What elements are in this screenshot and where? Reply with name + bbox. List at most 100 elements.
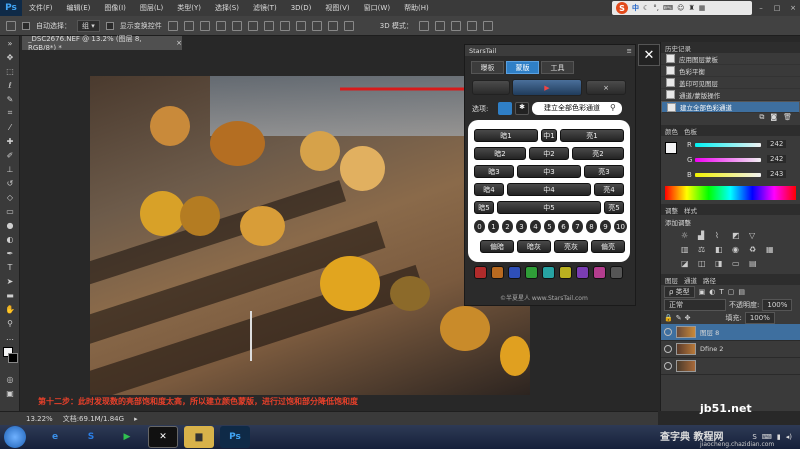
light-gray-button[interactable]: 亮灰 xyxy=(554,240,588,253)
layer-kind-filter[interactable]: ρ 类型 xyxy=(664,285,695,298)
history-brush-tool-icon[interactable]: ↺ xyxy=(0,176,20,190)
r-value[interactable]: 242 xyxy=(767,140,787,148)
number-1[interactable]: 1 xyxy=(488,220,499,233)
light2-button[interactable]: 亮2 xyxy=(572,147,624,160)
tab-color[interactable]: 颜色 xyxy=(665,126,678,136)
number-5[interactable]: 5 xyxy=(544,220,555,233)
marquee-tool-icon[interactable]: ⬚ xyxy=(0,64,20,78)
align-right-icon[interactable] xyxy=(247,20,258,31)
auto-select-dropdown[interactable]: 组 ▾ xyxy=(77,19,100,32)
punct-icon[interactable]: °, xyxy=(653,4,659,12)
ie-icon[interactable]: e xyxy=(40,426,70,448)
menu-file[interactable]: 文件(F) xyxy=(22,3,60,13)
ime-toolbar[interactable]: S 中 ☾ °, ⌨ ☺ ♜ ▦ xyxy=(612,1,752,15)
orange-color-button[interactable] xyxy=(491,266,504,279)
history-panel-header[interactable]: 历史记录 xyxy=(661,42,800,53)
spectrum-bar[interactable] xyxy=(665,186,796,200)
snapshot-icon[interactable]: ⧉ xyxy=(759,113,764,123)
number-3[interactable]: 3 xyxy=(516,220,527,233)
grid-icon[interactable]: ▦ xyxy=(699,4,706,12)
move-tool-icon[interactable] xyxy=(6,20,16,31)
screen-mode-icon[interactable]: ▣ xyxy=(0,386,20,400)
mid5-button[interactable]: 中5 xyxy=(497,201,601,214)
path-select-tool-icon[interactable]: ➤ xyxy=(0,274,20,288)
user-icon[interactable]: ☺ xyxy=(677,4,684,12)
menu-image[interactable]: 图像(I) xyxy=(97,3,133,13)
tab-layers[interactable]: 图层 xyxy=(665,275,678,285)
slightly-dark-button[interactable]: 偏暗 xyxy=(480,240,514,253)
vibrance-icon[interactable]: ▽ xyxy=(749,231,761,240)
zoom-tool-icon[interactable]: ⚲ xyxy=(0,316,20,330)
3d-pan-icon[interactable] xyxy=(450,20,461,31)
distribute-center-icon[interactable] xyxy=(327,20,338,31)
crop-tool-icon[interactable]: ⌗ xyxy=(0,106,20,120)
moon-icon[interactable]: ☾ xyxy=(643,4,649,12)
eye-icon[interactable] xyxy=(664,362,672,370)
eye-icon[interactable] xyxy=(664,345,672,353)
tab-swatches[interactable]: 色板 xyxy=(684,126,697,136)
menu-help[interactable]: 帮助(H) xyxy=(397,3,436,13)
tab-mask[interactable]: 蒙版 xyxy=(506,61,539,74)
menu-view[interactable]: 视图(V) xyxy=(318,3,356,13)
menu-select[interactable]: 选择(S) xyxy=(208,3,246,13)
channel-mixer-icon[interactable]: ♻ xyxy=(749,245,761,254)
distribute-top-icon[interactable] xyxy=(263,20,274,31)
history-item-selected[interactable]: 建立全部色彩通道 xyxy=(661,101,800,113)
3d-scale-icon[interactable] xyxy=(482,20,493,31)
eyedropper-tool-icon[interactable]: ⁄ xyxy=(0,120,20,134)
menu-filter[interactable]: 滤镜(T) xyxy=(246,3,284,13)
number-0[interactable]: 0 xyxy=(474,220,485,233)
align-bottom-icon[interactable] xyxy=(199,20,210,31)
mid2-button[interactable]: 中2 xyxy=(529,147,569,160)
number-10[interactable]: 10 xyxy=(614,220,627,233)
number-2[interactable]: 2 xyxy=(502,220,513,233)
number-8[interactable]: 8 xyxy=(586,220,597,233)
history-item[interactable]: 通道/蒙版操作 xyxy=(661,89,800,101)
fg-swatch[interactable] xyxy=(665,142,677,154)
align-left-icon[interactable] xyxy=(215,20,226,31)
tray-sogou-icon[interactable]: S xyxy=(752,433,756,441)
option-a-icon[interactable] xyxy=(498,102,512,115)
maximize-icon[interactable]: □ xyxy=(770,1,784,15)
clone-stamp-tool-icon[interactable]: ⊥ xyxy=(0,162,20,176)
quick-select-tool-icon[interactable]: ✎ xyxy=(0,92,20,106)
menu-edit[interactable]: 编辑(E) xyxy=(60,3,98,13)
brush-tool-icon[interactable]: ✐ xyxy=(0,148,20,162)
shape-tool-icon[interactable]: ▬ xyxy=(0,288,20,302)
shirt-icon[interactable]: ♜ xyxy=(688,4,694,12)
search-icon[interactable]: ⚲ xyxy=(610,103,616,112)
lock-position-icon[interactable]: ✥ xyxy=(685,314,691,322)
mask-dropdown[interactable]: 建立全部色彩通道 xyxy=(532,102,622,115)
filter-adjust-icon[interactable]: ◐ xyxy=(709,288,715,296)
blue-color-button[interactable] xyxy=(508,266,521,279)
layer-name[interactable]: Dfine 2 xyxy=(700,345,723,353)
settings-icon[interactable]: ✱ xyxy=(515,102,529,115)
mid4-button[interactable]: 中4 xyxy=(507,183,591,196)
auto-select-checkbox[interactable] xyxy=(22,21,30,30)
curves-icon[interactable]: ⌇ xyxy=(715,231,727,240)
more-tools-icon[interactable]: … xyxy=(0,330,20,344)
fill-input[interactable]: 100% xyxy=(744,311,775,324)
tab-curves[interactable]: 曝板 xyxy=(471,61,504,74)
light1-button[interactable]: 亮1 xyxy=(560,129,624,142)
color-swatches[interactable] xyxy=(0,344,19,372)
align-top-icon[interactable] xyxy=(167,20,178,31)
layer-row-selected[interactable]: 图层 8 xyxy=(661,324,800,341)
status-arrow-icon[interactable]: ▸ xyxy=(134,415,138,423)
tab-channels[interactable]: 通道 xyxy=(684,275,697,285)
menu-type[interactable]: 类型(Y) xyxy=(170,3,208,13)
menu-window[interactable]: 窗口(W) xyxy=(357,3,397,13)
threshold-icon[interactable]: ◨ xyxy=(715,259,727,268)
media-player-icon[interactable]: ▶ xyxy=(112,426,142,448)
number-6[interactable]: 6 xyxy=(558,220,569,233)
light4-button[interactable]: 亮4 xyxy=(594,183,624,196)
color-balance-icon[interactable]: ⚖ xyxy=(698,245,710,254)
photoshop-taskbar-icon[interactable]: Ps xyxy=(220,426,250,448)
tray-keyboard-icon[interactable]: ⌨ xyxy=(762,433,772,441)
yellow-color-button[interactable] xyxy=(559,266,572,279)
sogou-browser-icon[interactable]: S xyxy=(76,426,106,448)
exposure-icon[interactable]: ◩ xyxy=(732,231,744,240)
color-lookup-icon[interactable]: ▦ xyxy=(766,245,778,254)
selective-color-icon[interactable]: ▤ xyxy=(749,259,761,268)
tab-paths[interactable]: 路径 xyxy=(703,275,716,285)
